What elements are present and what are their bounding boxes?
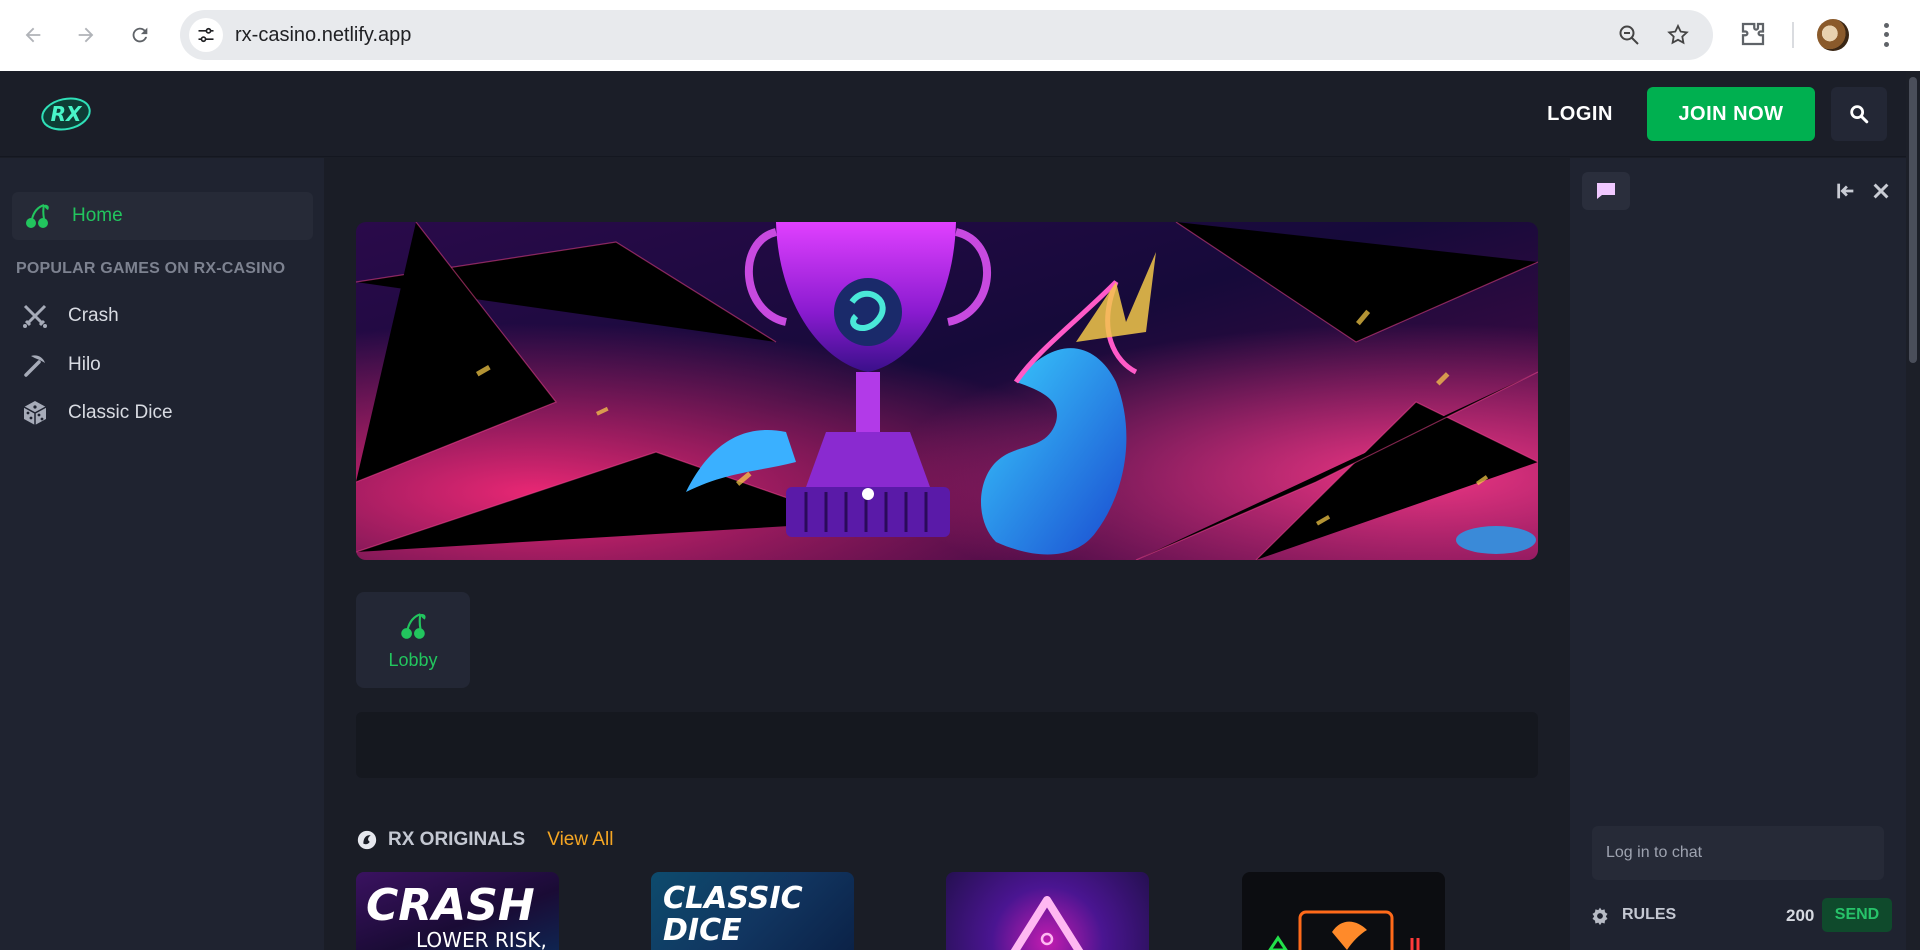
sidebar-item-label: Crash (68, 305, 119, 326)
card-title-line1: CLASSIC (663, 881, 803, 916)
pickaxe-icon (24, 355, 45, 377)
dice-icon (23, 401, 47, 425)
join-now-button[interactable]: JOIN NOW (1647, 87, 1815, 141)
forward-button[interactable] (68, 17, 104, 53)
chat-bubble-icon (1597, 183, 1615, 199)
character-limit: 200 (1786, 906, 1815, 925)
card-subtitle: LOWER RISK, (416, 928, 547, 950)
view-all-link[interactable]: View All (547, 829, 613, 851)
card-title-line2: DICE (663, 913, 742, 948)
dragon-card-art (1268, 910, 1420, 950)
tune-icon (198, 27, 214, 43)
sidebar-item-label: Classic Dice (68, 402, 173, 423)
profile-avatar[interactable] (1817, 19, 1849, 51)
svg-text:RX: RX (51, 102, 83, 126)
toolbar-divider (1792, 22, 1794, 48)
forward-arrow-icon (78, 27, 94, 43)
sidebar-item-home[interactable]: Home (12, 192, 313, 240)
sidebar-item-classic-dice[interactable]: Classic Dice (20, 395, 310, 431)
site-header: RX LOGIN JOIN NOW (0, 71, 1906, 157)
game-card-crash[interactable]: CRASH LOWER RISK, (356, 872, 559, 950)
collapse-panel-icon[interactable] (1835, 180, 1857, 202)
chat-footer: RULES 200 SEND (1590, 898, 1892, 932)
site-info-button[interactable] (189, 18, 223, 52)
search-icon (1850, 105, 1869, 124)
close-icon[interactable] (1870, 180, 1892, 202)
cherries-icon (26, 204, 49, 228)
back-button[interactable] (15, 17, 51, 53)
send-button[interactable]: SEND (1822, 898, 1892, 932)
chat-input[interactable] (1592, 826, 1884, 880)
browser-toolbar: rx-casino.netlify.app (0, 0, 1920, 71)
address-bar[interactable]: rx-casino.netlify.app (180, 10, 1713, 60)
crossed-swords-icon (23, 304, 47, 328)
game-card-hilo[interactable] (946, 872, 1149, 950)
zoom-out-icon[interactable] (1617, 23, 1641, 47)
chat-panel: RULES 200 SEND (1570, 158, 1906, 950)
browser-menu-icon[interactable] (1876, 21, 1896, 49)
scrollbar-thumb[interactable] (1909, 77, 1917, 363)
search-button[interactable] (1831, 87, 1887, 141)
trophy-dragon-illustration (356, 222, 1538, 560)
tab-label: Lobby (388, 649, 438, 670)
back-arrow-icon (25, 27, 41, 43)
gear-icon[interactable] (1590, 906, 1610, 926)
card-title: CRASH (366, 880, 535, 931)
rules-link[interactable]: RULES (1622, 906, 1676, 924)
hilo-triangle-icon (1010, 896, 1084, 950)
reload-icon (132, 27, 148, 43)
extensions-icon[interactable] (1738, 19, 1768, 49)
login-button[interactable]: LOGIN (1530, 86, 1630, 142)
sidebar-item-hilo[interactable]: Hilo (20, 347, 310, 383)
game-card-classic-dice[interactable]: CLASSIC DICE (651, 872, 854, 950)
chat-tab-button[interactable] (1582, 172, 1630, 210)
game-card-dragon-tower[interactable] (1242, 872, 1445, 950)
rx-originals-icon (357, 830, 377, 850)
originals-section-header: RX ORIGINALS View All (356, 826, 613, 854)
hero-banner[interactable] (356, 222, 1538, 560)
tab-lobby[interactable]: Lobby (356, 592, 470, 688)
sidebar: Home POPULAR GAMES ON RX-CASINO Crash Hi… (0, 158, 324, 950)
rx-logo[interactable]: RX (40, 93, 92, 133)
game-search-bar[interactable] (356, 712, 1538, 778)
sidebar-item-label: Hilo (68, 354, 101, 375)
section-title: RX ORIGINALS (388, 829, 526, 850)
reload-button[interactable] (122, 17, 158, 53)
main-content: Lobby RX ORIGINALS View All CRASH LOWER … (324, 158, 1570, 950)
sidebar-item-label: Home (72, 205, 123, 226)
url-text: rx-casino.netlify.app (235, 24, 412, 46)
cherries-icon (401, 612, 426, 639)
page-scrollbar[interactable] (1906, 71, 1920, 950)
bookmark-star-icon[interactable] (1666, 23, 1690, 47)
sidebar-item-crash[interactable]: Crash (20, 298, 310, 334)
sidebar-section-title: POPULAR GAMES ON RX-CASINO (16, 260, 286, 277)
